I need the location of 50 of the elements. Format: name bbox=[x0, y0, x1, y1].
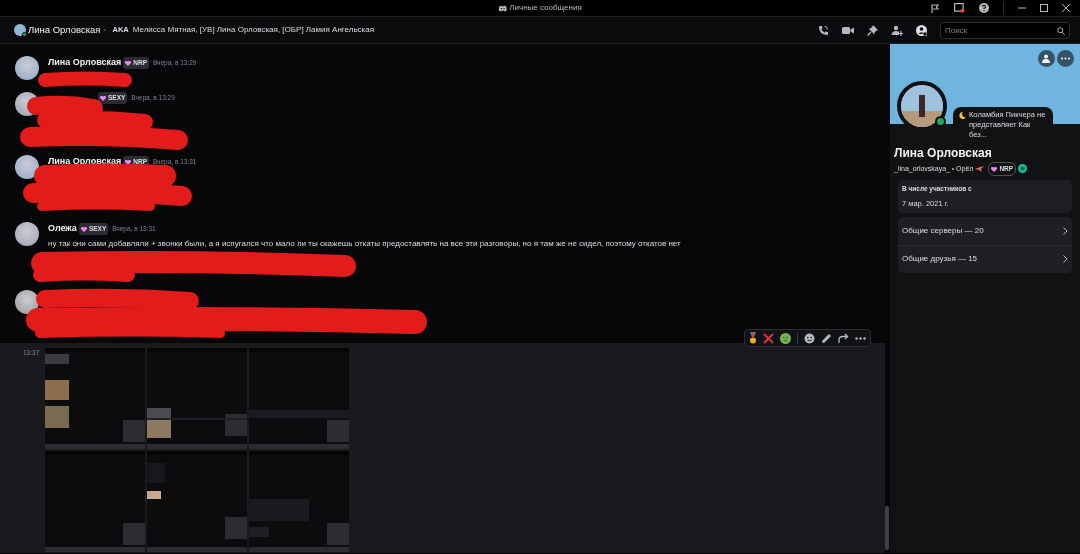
moon-icon bbox=[959, 112, 966, 119]
video-camera-icon[interactable] bbox=[842, 25, 854, 35]
online-dot bbox=[22, 32, 27, 37]
author-name: Лина Орловская bbox=[48, 56, 122, 69]
user-avatar bbox=[15, 155, 39, 179]
pin-icon[interactable] bbox=[867, 24, 878, 36]
nitro-badge-icon bbox=[1018, 164, 1028, 174]
heart-icon bbox=[80, 226, 87, 232]
bird-icon bbox=[975, 165, 985, 172]
mutual-link[interactable]: Общие друзья — 15 bbox=[898, 244, 1072, 273]
more-icon[interactable] bbox=[855, 336, 866, 340]
more-button[interactable] bbox=[1057, 50, 1074, 67]
scrollbar[interactable] bbox=[885, 506, 889, 550]
edit-icon[interactable] bbox=[821, 332, 832, 344]
medal-icon[interactable] bbox=[749, 332, 757, 344]
author-name: Олежа bbox=[48, 222, 77, 235]
screen-notification-icon[interactable] bbox=[954, 3, 965, 13]
cross-mark-icon[interactable] bbox=[763, 332, 774, 344]
forward-icon[interactable] bbox=[838, 333, 849, 343]
search-icon bbox=[1057, 26, 1065, 35]
more-icon bbox=[1061, 57, 1070, 60]
search-field[interactable]: Поиск bbox=[940, 21, 1070, 39]
close-icon[interactable] bbox=[1062, 4, 1070, 12]
add-friend-icon bbox=[1042, 54, 1051, 63]
user-avatar bbox=[15, 222, 39, 246]
chevron-right-icon bbox=[1063, 255, 1068, 264]
user-avatar bbox=[15, 56, 39, 80]
mutual-link[interactable]: Общие серверы — 20 bbox=[898, 216, 1072, 245]
face-icon[interactable] bbox=[780, 332, 791, 344]
discord-logo-icon bbox=[498, 4, 508, 12]
heart-icon bbox=[125, 159, 132, 165]
minimize-icon[interactable] bbox=[1018, 4, 1026, 12]
author-name: Лина Орловская bbox=[48, 155, 122, 168]
profile-name: Лина Орловская bbox=[893, 145, 993, 162]
add-member-icon[interactable] bbox=[891, 24, 903, 36]
user-name: Лина Орловская bbox=[28, 22, 101, 37]
heart-icon bbox=[100, 95, 106, 101]
aka-names: Мелисса Мятная, [УВ] Лина Орловская, [ОБР] Ламия Ангельская bbox=[132, 24, 375, 36]
maximize-icon[interactable] bbox=[1040, 4, 1048, 12]
phone-call-icon[interactable] bbox=[818, 24, 829, 36]
chevron-right-icon bbox=[1063, 226, 1068, 235]
window-title: Личные сообщения bbox=[509, 2, 582, 14]
help-icon[interactable] bbox=[979, 3, 989, 13]
message-text: ну так они сами добавляли + звонки были, а я испугался что мало ли ты скажешь откаты предоставлять на все эти разговоры, но я там же не сидел, поэтому откатов нет bbox=[48, 237, 681, 250]
inbox-flag-icon[interactable] bbox=[931, 3, 940, 13]
user-profile-icon[interactable] bbox=[916, 24, 927, 36]
add-friend-button[interactable] bbox=[1038, 50, 1055, 67]
heart-icon bbox=[991, 166, 998, 172]
heart-icon bbox=[125, 60, 132, 66]
add-reaction-icon[interactable] bbox=[804, 332, 815, 344]
